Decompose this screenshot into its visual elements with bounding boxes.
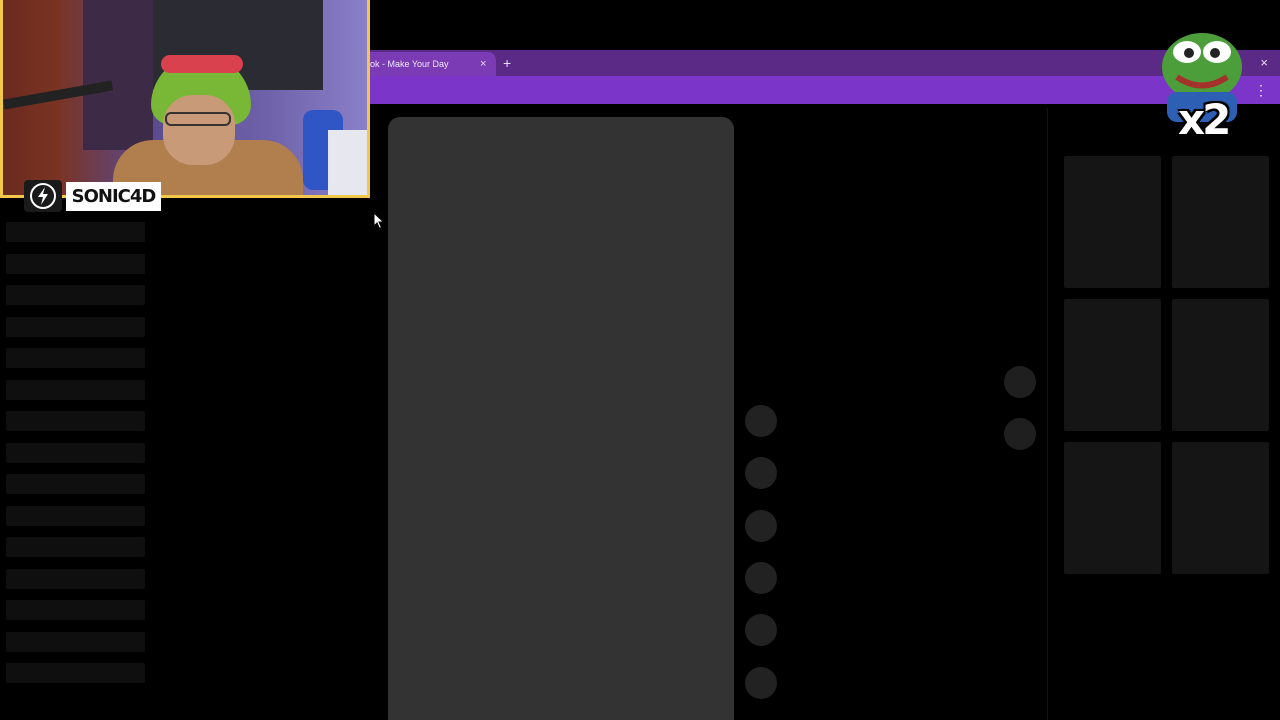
sidebar-skeleton-item	[6, 316, 145, 337]
panel-divider	[1047, 108, 1048, 720]
browser-tab-bar: ok - Make Your Day × + ×	[370, 50, 1280, 76]
lightning-bolt-icon	[24, 180, 62, 212]
webcam-overlay	[0, 0, 370, 198]
grid-card-skeleton[interactable]	[1064, 299, 1161, 431]
sidebar-skeleton-item	[6, 285, 145, 305]
sidebar-skeleton-item	[6, 253, 145, 274]
sidebar-skeleton-item	[6, 568, 145, 589]
grid-card-skeleton[interactable]	[1064, 442, 1161, 574]
bookmark-button-skeleton[interactable]	[745, 510, 777, 542]
emote-multiplier: x2	[1178, 95, 1231, 144]
next-video-button[interactable]	[1004, 418, 1036, 450]
comment-button-skeleton[interactable]	[745, 457, 777, 489]
streamer-face	[163, 95, 235, 165]
sidebar-skeleton-item	[6, 505, 145, 526]
grid-card-skeleton[interactable]	[1172, 299, 1269, 431]
streamer-hat-band	[161, 55, 243, 73]
like-button-skeleton[interactable]	[745, 405, 777, 437]
sidebar-skeleton-item	[6, 663, 145, 683]
sidebar-skeleton-item	[6, 631, 145, 652]
new-tab-button[interactable]: +	[503, 51, 511, 75]
sidebar-skeleton-item	[6, 379, 145, 400]
action-button-skeleton[interactable]	[745, 667, 777, 699]
grid-card-skeleton[interactable]	[1172, 156, 1269, 288]
sidebar-skeleton-item	[6, 442, 145, 463]
video-player-skeleton[interactable]	[388, 117, 734, 720]
sidebar-skeleton-item	[6, 600, 145, 620]
action-button-skeleton[interactable]	[745, 614, 777, 646]
webcam-background-shelf	[83, 0, 153, 150]
share-button-skeleton[interactable]	[745, 562, 777, 594]
tab-close-icon[interactable]: ×	[480, 52, 486, 76]
browser-tab[interactable]: ok - Make Your Day ×	[370, 52, 496, 76]
browser-toolbar: ⋮	[370, 76, 1280, 104]
grid-card-skeleton[interactable]	[1172, 442, 1269, 574]
webcam-box	[328, 130, 367, 195]
streamer-glasses	[165, 112, 231, 126]
previous-video-button[interactable]	[1004, 366, 1036, 398]
sidebar-skeleton-item	[6, 411, 145, 431]
sidebar-skeleton-item	[6, 222, 145, 242]
sidebar-skeleton-item	[6, 348, 145, 368]
sidebar-skeleton-item	[6, 537, 145, 557]
sidebar-skeleton-list	[6, 222, 145, 695]
streamer-name-plate: SONIC4D	[66, 182, 161, 211]
window-close-icon[interactable]: ×	[1260, 52, 1268, 74]
grid-card-skeleton[interactable]	[1064, 156, 1161, 288]
mouse-cursor-icon	[373, 212, 385, 230]
sidebar-skeleton-item	[6, 474, 145, 494]
tab-title: ok - Make Your Day	[370, 59, 449, 69]
browser-menu-icon[interactable]: ⋮	[1254, 80, 1268, 100]
